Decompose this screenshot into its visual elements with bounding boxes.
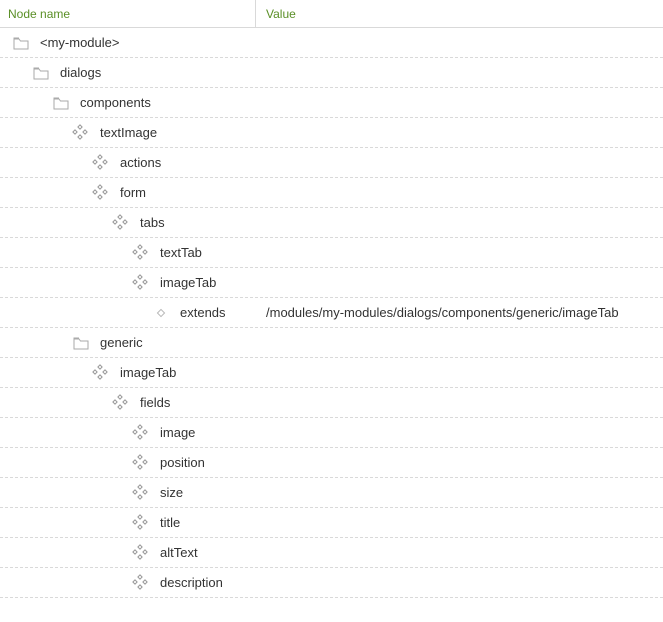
- node-name-cell[interactable]: size: [0, 478, 256, 507]
- tree-row[interactable]: image: [0, 418, 663, 448]
- node-label: size: [160, 485, 183, 500]
- node-name-cell[interactable]: fields: [0, 388, 256, 417]
- node-label: tabs: [140, 215, 165, 230]
- node-name-cell[interactable]: imageTab: [0, 358, 256, 387]
- content-node-icon: [112, 394, 130, 412]
- node-name-cell[interactable]: form: [0, 178, 256, 207]
- node-label: imageTab: [160, 275, 216, 290]
- node-name-cell[interactable]: description: [0, 568, 256, 597]
- tree-row[interactable]: title: [0, 508, 663, 538]
- node-label: dialogs: [60, 65, 101, 80]
- tree-row[interactable]: extends/modules/my-modules/dialogs/compo…: [0, 298, 663, 328]
- node-name-cell[interactable]: textTab: [0, 238, 256, 267]
- tree-row[interactable]: components: [0, 88, 663, 118]
- tree-row[interactable]: textTab: [0, 238, 663, 268]
- node-label: title: [160, 515, 180, 530]
- node-name-cell[interactable]: extends: [0, 298, 256, 327]
- node-name-cell[interactable]: dialogs: [0, 58, 256, 87]
- node-label: description: [160, 575, 223, 590]
- node-name-cell[interactable]: altText: [0, 538, 256, 567]
- content-node-icon: [132, 244, 150, 262]
- content-node-icon: [112, 214, 130, 232]
- node-label: fields: [140, 395, 170, 410]
- node-label: <my-module>: [40, 35, 119, 50]
- node-name-cell[interactable]: <my-module>: [0, 28, 256, 57]
- node-name-cell[interactable]: generic: [0, 328, 256, 357]
- node-label: image: [160, 425, 195, 440]
- content-node-icon: [92, 154, 110, 172]
- folder-icon: [12, 34, 30, 52]
- tree-row[interactable]: actions: [0, 148, 663, 178]
- node-label: actions: [120, 155, 161, 170]
- tree-row[interactable]: size: [0, 478, 663, 508]
- tree-row[interactable]: textImage: [0, 118, 663, 148]
- tree-row[interactable]: altText: [0, 538, 663, 568]
- node-label: components: [80, 95, 151, 110]
- tree-row[interactable]: generic: [0, 328, 663, 358]
- tree-row[interactable]: tabs: [0, 208, 663, 238]
- node-name-cell[interactable]: imageTab: [0, 268, 256, 297]
- tree-row[interactable]: <my-module>: [0, 28, 663, 58]
- node-name-cell[interactable]: image: [0, 418, 256, 447]
- tree-row[interactable]: imageTab: [0, 358, 663, 388]
- content-node-icon: [132, 424, 150, 442]
- content-node-icon: [132, 544, 150, 562]
- node-name-cell[interactable]: actions: [0, 148, 256, 177]
- node-label: textImage: [100, 125, 157, 140]
- node-label: position: [160, 455, 205, 470]
- property-icon: [152, 304, 170, 322]
- value-cell[interactable]: /modules/my-modules/dialogs/components/g…: [256, 305, 663, 320]
- node-label: generic: [100, 335, 143, 350]
- node-name-cell[interactable]: components: [0, 88, 256, 117]
- tree-row[interactable]: position: [0, 448, 663, 478]
- content-node-icon: [132, 574, 150, 592]
- node-label: altText: [160, 545, 198, 560]
- tree-row[interactable]: dialogs: [0, 58, 663, 88]
- content-node-icon: [132, 514, 150, 532]
- tree-row[interactable]: form: [0, 178, 663, 208]
- node-name-cell[interactable]: textImage: [0, 118, 256, 147]
- node-label: textTab: [160, 245, 202, 260]
- tree-grid: Node name Value <my-module> dialogs compon…: [0, 0, 663, 598]
- node-name-cell[interactable]: position: [0, 448, 256, 477]
- folder-icon: [32, 64, 50, 82]
- content-node-icon: [92, 364, 110, 382]
- content-node-icon: [92, 184, 110, 202]
- node-name-cell[interactable]: tabs: [0, 208, 256, 237]
- node-label: form: [120, 185, 146, 200]
- folder-icon: [52, 94, 70, 112]
- content-node-icon: [132, 274, 150, 292]
- header-node-name[interactable]: Node name: [0, 0, 256, 27]
- header-value[interactable]: Value: [256, 7, 663, 21]
- node-label: extends: [180, 305, 226, 320]
- content-node-icon: [72, 124, 90, 142]
- tree-row[interactable]: imageTab: [0, 268, 663, 298]
- node-label: imageTab: [120, 365, 176, 380]
- content-node-icon: [132, 484, 150, 502]
- folder-icon: [72, 334, 90, 352]
- header-row: Node name Value: [0, 0, 663, 28]
- tree-row[interactable]: description: [0, 568, 663, 598]
- content-node-icon: [132, 454, 150, 472]
- node-name-cell[interactable]: title: [0, 508, 256, 537]
- tree-row[interactable]: fields: [0, 388, 663, 418]
